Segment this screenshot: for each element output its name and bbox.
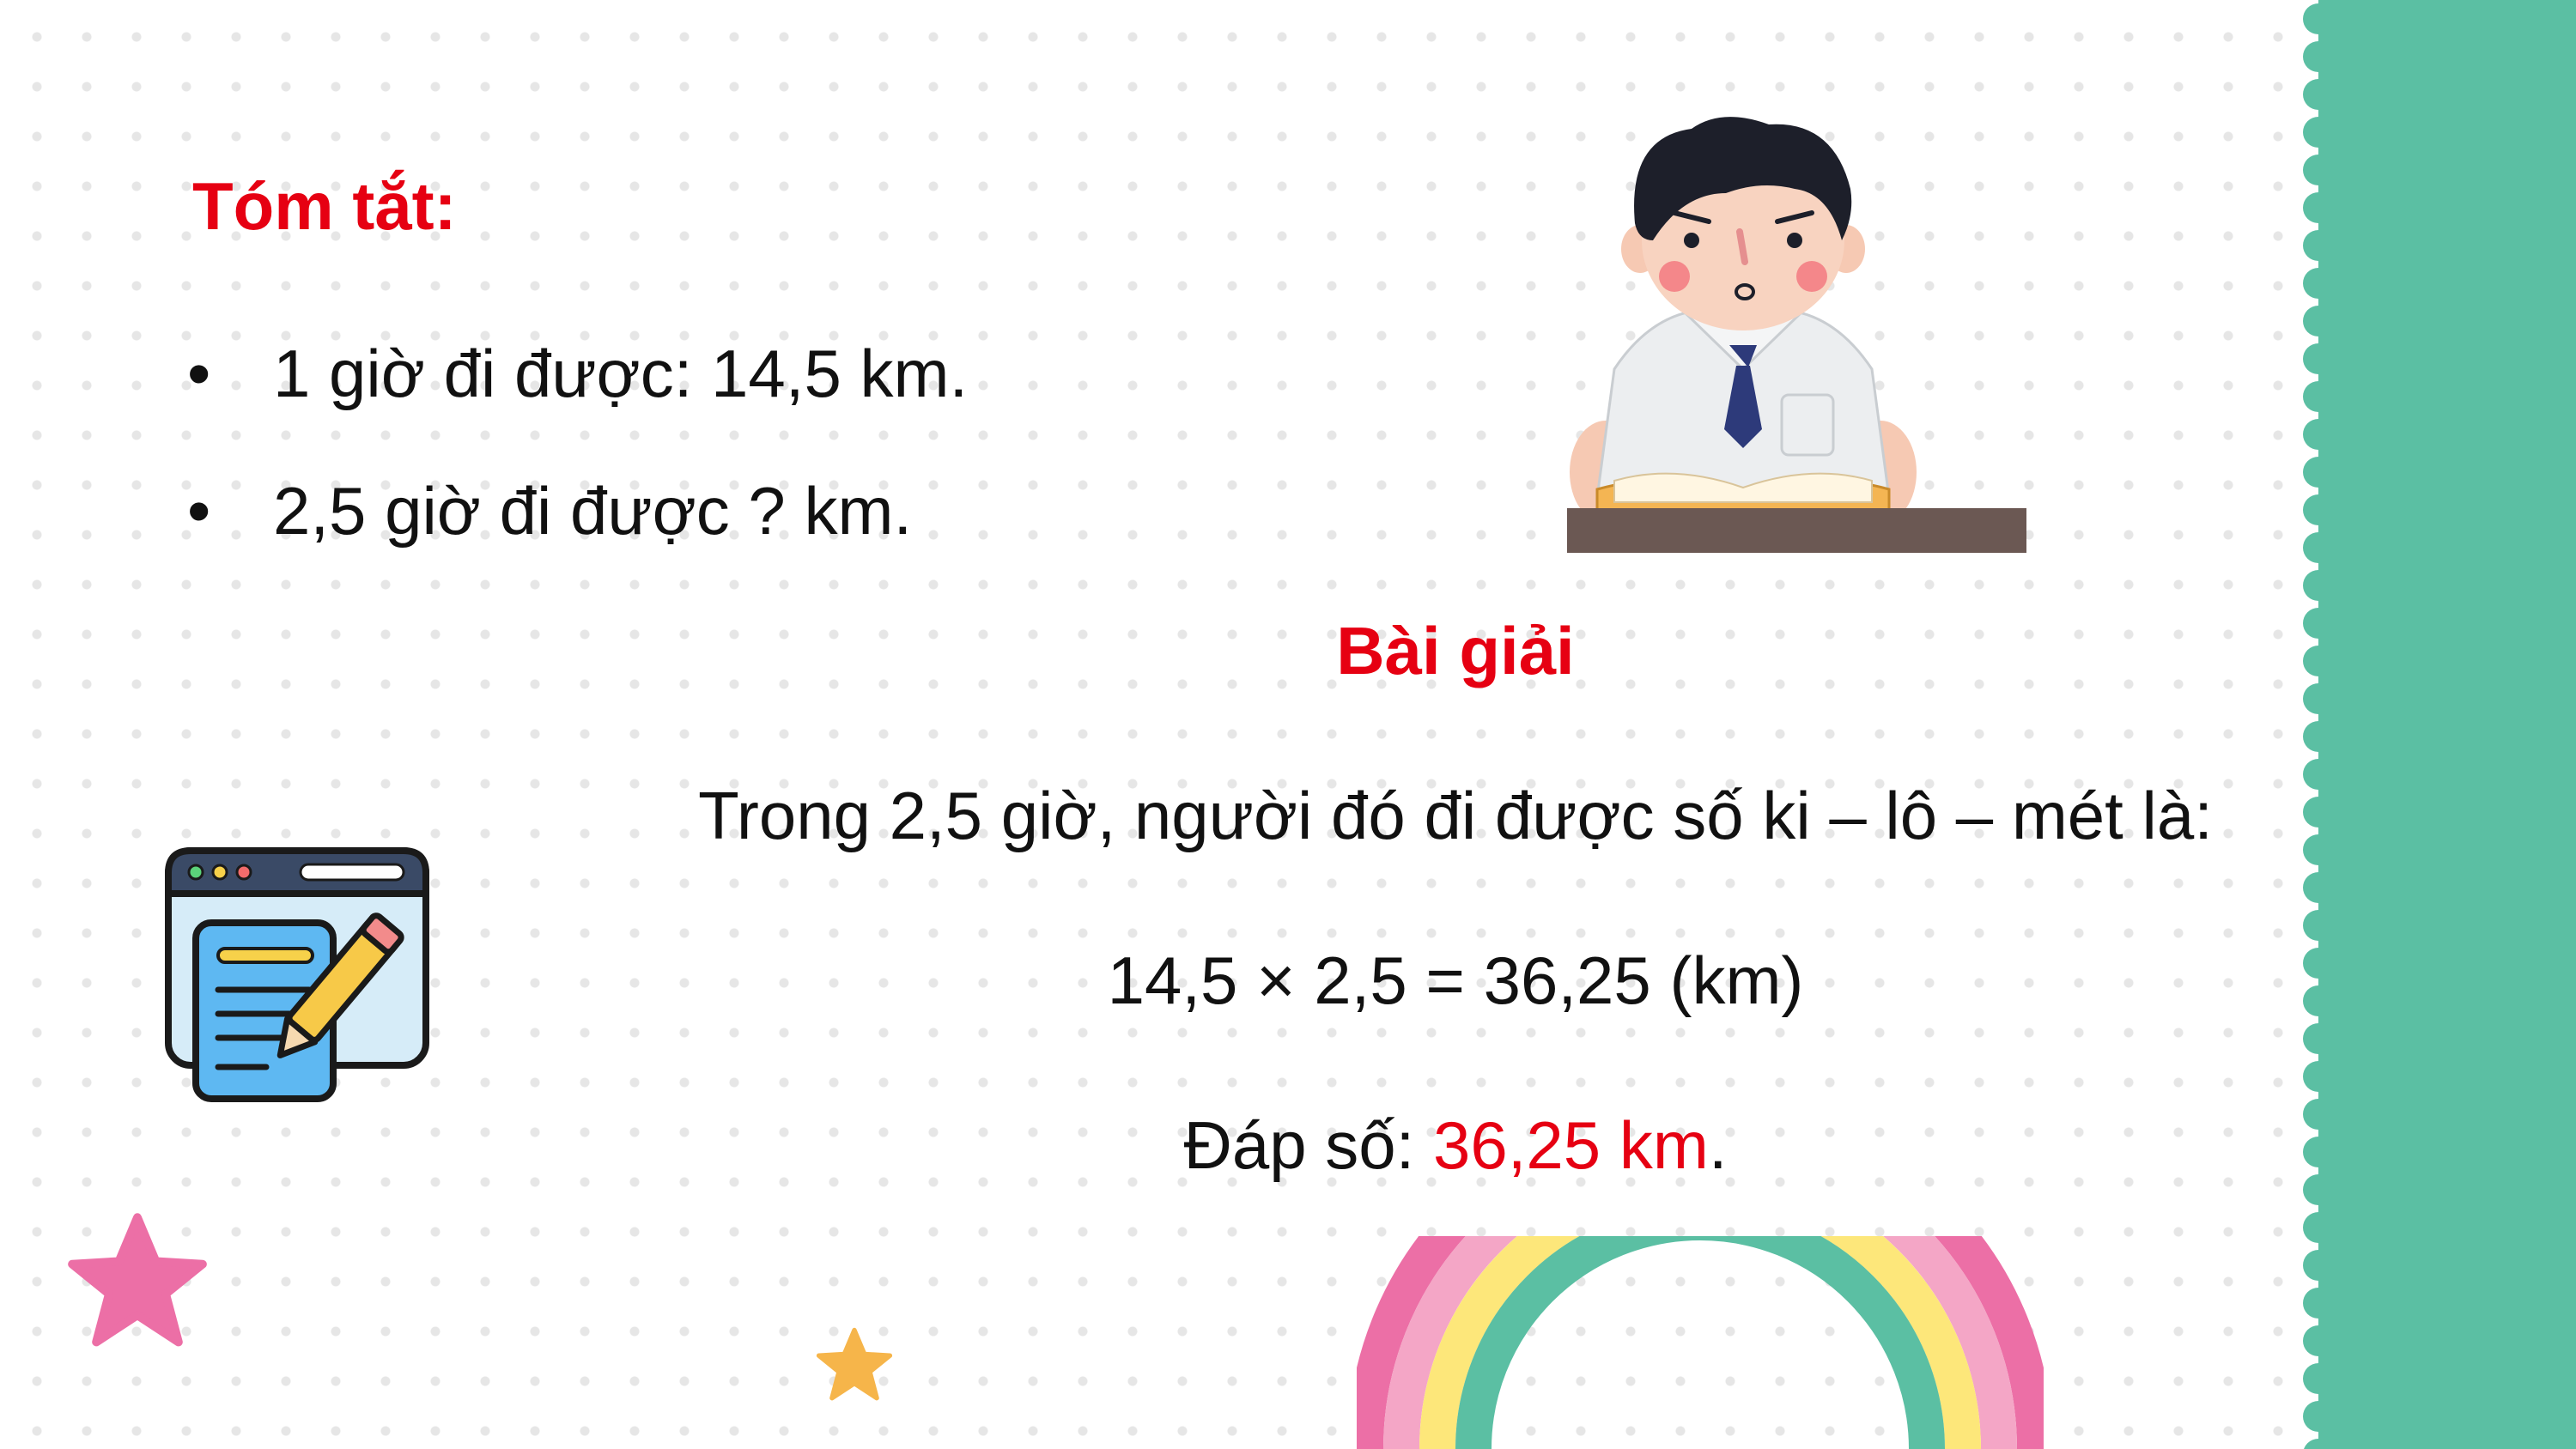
notepad-pencil-icon — [165, 847, 429, 1102]
summary-item: • 2,5 giờ đi được ? km. — [187, 468, 912, 554]
solution-answer: Đáp số: 36,25 km. — [601, 1102, 2310, 1188]
rainbow-decoration — [1357, 1236, 2044, 1449]
summary-title: Tóm tắt: — [192, 168, 457, 244]
summary-item-text: 2,5 giờ đi được ? km. — [273, 473, 913, 549]
side-decoration-strip — [2298, 0, 2576, 1449]
solution-statement: Trong 2,5 giờ, người đó đi được số ki – … — [698, 778, 2213, 853]
summary-item-text: 1 giờ đi được: 14,5 km. — [273, 336, 969, 411]
solution-calculation: 14,5 × 2,5 = 36,25 (km) — [1107, 943, 1804, 1018]
star-icon — [816, 1327, 893, 1401]
star-icon — [68, 1213, 207, 1347]
bullet-mark: • — [187, 336, 211, 411]
bullet-mark: • — [187, 473, 211, 549]
answer-value: 36,25 km — [1432, 1107, 1709, 1183]
summary-item: • 1 giờ đi được: 14,5 km. — [187, 330, 968, 416]
solution-heading: Bài giải — [1336, 613, 1575, 688]
student-reading-illustration — [1567, 117, 2026, 553]
answer-end: . — [1708, 1107, 1728, 1183]
answer-label: Đáp số: — [1183, 1107, 1433, 1183]
